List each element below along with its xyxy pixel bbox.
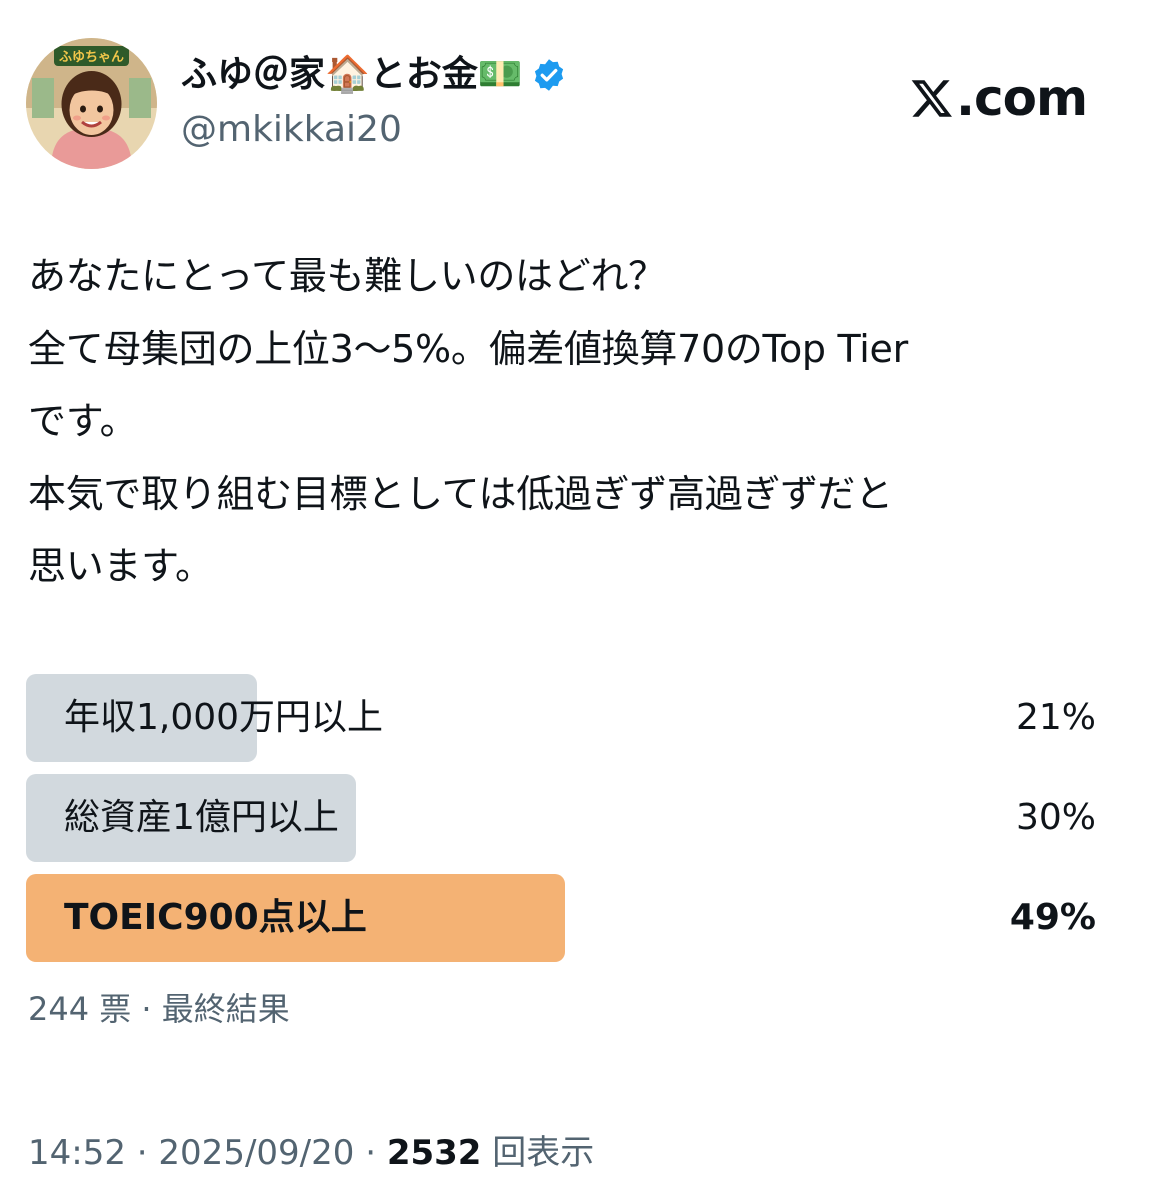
x-com-brand[interactable]: .com [910,66,1088,130]
brand-text: .com [956,69,1088,127]
poll-summary: 244 票 · 最終結果 [28,990,290,1028]
verified-badge-icon [534,59,563,91]
tweet-line: 全て母集団の上位3〜5%。偏差値換算70のTop Tier [28,326,908,371]
meta-separator: · [354,1133,387,1173]
author-display-name[interactable]: ふゆ＠家🏠とお金💵 [181,50,567,100]
avatar-badge: ふゆちゃん [59,50,124,65]
poll: 年収1,000万円以上 21% 総資産1億円以上 30% TOEIC900点以上… [26,674,1100,974]
poll-option-percent: 30% [1015,797,1096,838]
view-count: 2532 [386,1133,482,1173]
author-name-text: ふゆ＠家🏠とお金💵 [181,54,523,95]
poll-option-label: 総資産1億円以上 [64,797,339,838]
tweet-text: あなたにとって最も難しいのはどれ？ 全て母集団の上位3〜5%。偏差値換算70のT… [28,240,1138,603]
tweet-line: あなたにとって最も難しいのはどれ？ [28,254,666,298]
poll-option: TOEIC900点以上 49% [26,874,1100,962]
meta-separator: · [125,1133,159,1173]
tweet-meta: 14:52 · 2025/09/20 · 2532 回表示 [28,1126,594,1180]
author-handle[interactable]: @mkikkai20 [181,105,402,155]
poll-option-percent: 49% [1009,897,1096,938]
tweet-date[interactable]: 2025/09/20 [158,1133,354,1173]
poll-option-label: 年収1,000万円以上 [64,697,384,738]
avatar[interactable]: ふゆちゃん [26,38,157,169]
poll-option: 年収1,000万円以上 21% [26,674,1100,762]
x-logo-icon [911,80,952,117]
view-count-label: 回表示 [481,1133,595,1173]
poll-option-percent: 21% [1015,697,1096,738]
tweet-line: です。 [28,399,138,443]
poll-option-label: TOEIC900点以上 [64,897,367,938]
tweet-time[interactable]: 14:52 [28,1133,126,1173]
tweet-line: 思います。 [28,544,213,588]
poll-option: 総資産1億円以上 30% [26,774,1100,862]
tweet-line: 本気で取り組む目標としては低過ぎず高過ぎずだと [28,471,893,516]
avatar-illustration-icon: ふゆちゃん [26,38,157,169]
